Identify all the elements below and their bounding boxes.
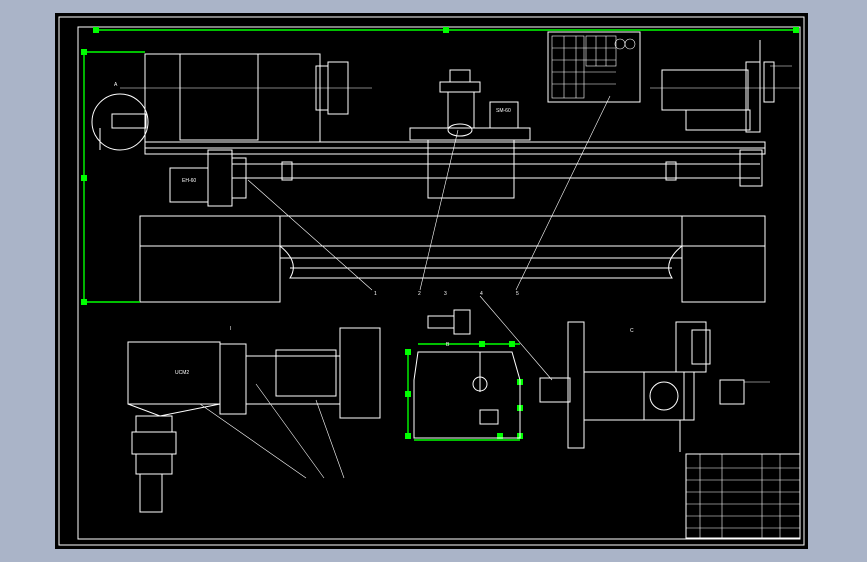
leader-number-2: 2 <box>418 291 421 297</box>
leader-number-5: 5 <box>516 291 519 297</box>
leader-number-4: 4 <box>480 291 483 297</box>
motor-label-left: EH-60 <box>182 178 196 184</box>
leader-number-3: 3 <box>444 291 447 297</box>
view-label-i: I <box>230 326 231 332</box>
drawing-sheet <box>55 13 808 549</box>
motor-label-top: SM-60 <box>496 108 511 114</box>
section-label: UCM2 <box>175 370 189 376</box>
leader-number-1: 1 <box>374 291 377 297</box>
view-label-c: C <box>630 328 634 334</box>
lathe-assembly-drawing[interactable]: A I UCM2 B C 1 2 3 4 5 EH-60 SM-60 <box>0 0 867 562</box>
cad-viewport[interactable]: A I UCM2 B C 1 2 3 4 5 EH-60 SM-60 <box>0 0 867 562</box>
